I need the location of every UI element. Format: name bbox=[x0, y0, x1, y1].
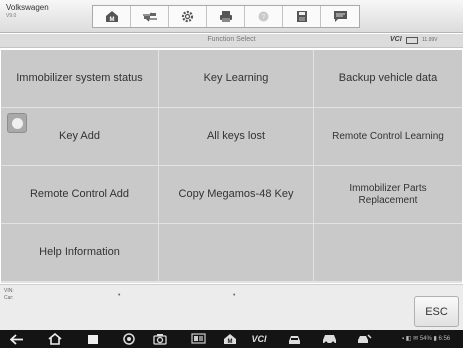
car-button[interactable] bbox=[320, 332, 338, 346]
vehicle-info: Volkswagen V9.0 bbox=[6, 4, 49, 19]
vin-label: VIN: bbox=[4, 288, 14, 294]
print-button[interactable] bbox=[207, 6, 245, 27]
function-label: Backup vehicle data bbox=[338, 71, 438, 84]
browser-icon bbox=[123, 333, 135, 345]
toolbar-buttons: M ? bbox=[92, 5, 360, 28]
battery-icon bbox=[406, 37, 418, 44]
back-icon bbox=[10, 333, 23, 345]
vehicle-make: Volkswagen bbox=[6, 3, 49, 12]
help-button[interactable]: ? bbox=[245, 6, 283, 27]
vehicle-swap-icon bbox=[142, 12, 157, 22]
function-label: Key Learning bbox=[203, 71, 269, 84]
car-menu-icon bbox=[288, 336, 300, 344]
vehicle-service-icon bbox=[357, 334, 372, 343]
function-key-learning[interactable]: Key Learning bbox=[159, 50, 313, 107]
home-button[interactable]: M bbox=[93, 6, 131, 27]
maxisys-home-button[interactable]: M bbox=[221, 332, 239, 346]
print-icon bbox=[219, 11, 232, 22]
function-empty-slot bbox=[314, 224, 462, 281]
function-label: Remote Control Add bbox=[29, 187, 130, 200]
function-label: Key Add bbox=[59, 129, 100, 142]
function-label: Copy Megamos-48 Key bbox=[178, 187, 294, 200]
function-titlebar: Function Select VCI 11.99V bbox=[0, 34, 463, 48]
function-label: Immobilizer Parts Replacement bbox=[349, 182, 427, 206]
function-label: Help Information bbox=[39, 245, 120, 258]
function-grid: Immobilizer system status Key Learning B… bbox=[1, 50, 462, 283]
screen-mirror-icon bbox=[190, 333, 206, 344]
function-empty-slot bbox=[159, 224, 313, 281]
function-label: All keys lost bbox=[206, 129, 266, 142]
assistive-touch-button[interactable] bbox=[7, 113, 27, 133]
car-value: • bbox=[233, 292, 236, 299]
home-icon bbox=[48, 333, 62, 345]
top-toolbar: Volkswagen V9.0 M ? bbox=[0, 0, 463, 33]
function-copy-megamos-48-key[interactable]: Copy Megamos-48 Key bbox=[159, 166, 313, 223]
back-button[interactable] bbox=[8, 332, 26, 346]
function-remote-control-add[interactable]: Remote Control Add bbox=[1, 166, 158, 223]
car-label: Car: bbox=[4, 295, 14, 301]
message-button[interactable] bbox=[321, 6, 359, 27]
save-button[interactable] bbox=[283, 6, 321, 27]
vehicle-info-bar: VIN: Car: • • ESC bbox=[0, 284, 463, 330]
car-menu-button[interactable] bbox=[285, 332, 303, 346]
function-label: Immobilizer system status bbox=[16, 71, 143, 84]
svg-text:M: M bbox=[109, 17, 114, 23]
software-version: V9.0 bbox=[6, 13, 17, 19]
home-icon: M bbox=[105, 11, 118, 23]
vehicle-swap-button[interactable] bbox=[131, 6, 169, 27]
function-label: Remote Control Learning bbox=[332, 130, 444, 142]
vci-icon: VCI bbox=[251, 334, 267, 344]
vci-status-label: VCI bbox=[390, 36, 402, 43]
vci-button[interactable]: VCI bbox=[246, 332, 272, 346]
vehicle-service-button[interactable] bbox=[355, 332, 373, 346]
settings-icon bbox=[181, 10, 194, 23]
message-icon bbox=[333, 11, 347, 22]
function-immobilizer-parts-replacement[interactable]: Immobilizer Parts Replacement bbox=[314, 166, 462, 223]
function-help-information[interactable]: Help Information bbox=[1, 224, 158, 281]
svg-text:M: M bbox=[228, 339, 233, 345]
save-icon bbox=[296, 11, 307, 22]
vin-value: • bbox=[118, 292, 121, 299]
help-icon: ? bbox=[258, 11, 269, 22]
function-remote-control-learning[interactable]: Remote Control Learning bbox=[314, 108, 462, 165]
recent-apps-icon bbox=[88, 334, 98, 344]
system-status-tray: ▪ ◧ ✉ 54% ▮ 6:56 bbox=[402, 336, 451, 342]
maxisys-home-icon: M bbox=[224, 334, 236, 345]
function-all-keys-lost[interactable]: All keys lost bbox=[159, 108, 313, 165]
function-backup-vehicle-data[interactable]: Backup vehicle data bbox=[314, 50, 462, 107]
svg-text:?: ? bbox=[262, 14, 266, 21]
settings-button[interactable] bbox=[169, 6, 207, 27]
android-nav-bar: M VCI ▪ ◧ ✉ 54% ▮ 6:56 bbox=[0, 330, 463, 348]
function-immobilizer-system-status[interactable]: Immobilizer system status bbox=[1, 50, 158, 107]
esc-button[interactable]: ESC bbox=[414, 296, 459, 327]
camera-button[interactable] bbox=[151, 332, 169, 346]
screen-mirror-button[interactable] bbox=[189, 332, 207, 346]
camera-icon bbox=[153, 334, 167, 345]
nav-home-button[interactable] bbox=[46, 332, 64, 346]
recent-apps-button[interactable] bbox=[84, 332, 102, 346]
battery-voltage: 11.99V bbox=[422, 37, 438, 43]
car-icon bbox=[322, 335, 336, 345]
browser-button[interactable] bbox=[120, 332, 138, 346]
